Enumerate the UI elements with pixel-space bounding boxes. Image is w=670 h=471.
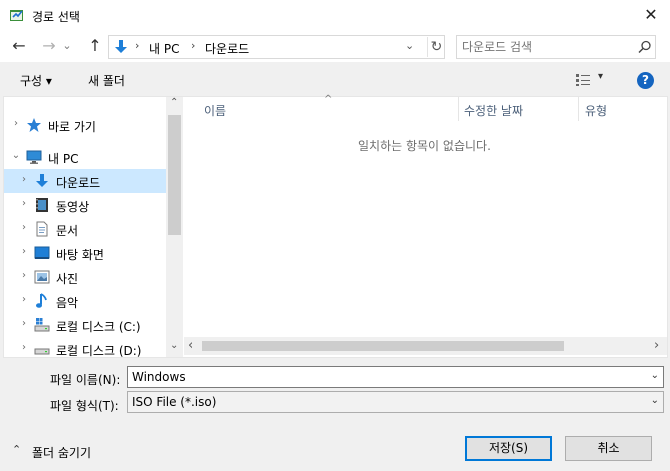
scroll-down-icon[interactable]: ⌄ [170, 340, 178, 351]
empty-message: 일치하는 항목이 없습니다. [358, 139, 491, 153]
expand-icon[interactable]: › [18, 222, 30, 233]
view-options-icon[interactable] [575, 73, 591, 87]
column-header-name[interactable]: 이름 [204, 102, 226, 119]
expand-icon[interactable]: › [10, 118, 22, 129]
tree-item-desktop[interactable]: › 바탕 화면 [4, 241, 166, 265]
back-icon[interactable]: ← [8, 35, 30, 57]
help-icon[interactable]: ? [637, 72, 654, 89]
tree-item-label: 로컬 디스크 (D:) [56, 344, 142, 357]
address-dropdown-icon[interactable]: ⌄ [405, 39, 414, 52]
column-header-modified[interactable]: 수정한 날짜 [464, 102, 523, 119]
forward-icon[interactable]: → [38, 35, 60, 57]
tree-item-label: 동영상 [56, 200, 90, 214]
navigation-tree: › 바로 가기 ⌄ 내 PC › 다운로드 › 동영상 › 문서 › 바탕 화면… [4, 97, 166, 357]
collapse-icon[interactable]: ⌄ [10, 150, 22, 161]
breadcrumb-downloads[interactable]: 다운로드 [205, 40, 249, 57]
video-icon [36, 198, 48, 212]
chevron-down-icon[interactable]: ⌄ [651, 395, 659, 406]
address-bar[interactable]: › 내 PC › 다운로드 ⌄ ↻ [108, 35, 445, 59]
breadcrumb-this-pc[interactable]: 내 PC [149, 40, 179, 57]
tree-item-label: 바로 가기 [48, 120, 96, 134]
star-icon [27, 118, 41, 132]
toolbar: 구성 ▾ 새 폴더 ▾ ? [0, 62, 670, 96]
computer-icon [26, 150, 42, 164]
cancel-button[interactable]: 취소 [565, 436, 652, 461]
tree-item-label: 사진 [56, 272, 79, 286]
view-dropdown-icon[interactable]: ▾ [598, 71, 603, 82]
tree-scrollbar[interactable]: ⌃ ⌄ [166, 97, 183, 357]
document-icon [36, 221, 48, 237]
tree-item-label: 음악 [56, 296, 79, 310]
filetype-label: 파일 형식(T): [50, 399, 119, 413]
column-divider[interactable] [578, 97, 579, 121]
sort-indicator-icon: ^ [324, 94, 333, 105]
drive-icon [34, 318, 50, 332]
save-button[interactable]: 저장(S) [465, 436, 552, 461]
filename-field[interactable]: Windows ⌄ [127, 366, 664, 388]
column-divider[interactable] [458, 97, 459, 121]
hide-folders-label: 폴더 숨기기 [32, 446, 92, 460]
horizontal-scrollbar[interactable]: ‹ › [184, 337, 667, 355]
recent-locations-icon[interactable]: ⌄ [60, 35, 74, 57]
window-title: 경로 선택 [32, 10, 80, 24]
search-box[interactable] [456, 35, 656, 59]
expand-icon[interactable]: › [18, 270, 30, 281]
up-icon[interactable]: ↑ [84, 35, 106, 57]
download-icon [115, 40, 127, 53]
scroll-up-icon[interactable]: ⌃ [170, 97, 178, 108]
expand-icon[interactable]: › [18, 318, 30, 329]
breadcrumb-separator: › [135, 39, 140, 52]
organize-button[interactable]: 구성 ▾ [20, 72, 52, 89]
picture-icon [34, 270, 50, 284]
tree-item-downloads[interactable]: › 다운로드 [4, 169, 166, 193]
desktop-icon [34, 246, 50, 259]
tree-item-label: 바탕 화면 [56, 248, 104, 262]
expand-icon[interactable]: › [18, 174, 30, 185]
breadcrumb-separator: › [191, 39, 196, 52]
scroll-left-icon[interactable]: ‹ [188, 338, 193, 353]
expand-icon[interactable]: › [18, 342, 30, 353]
tree-item-label: 다운로드 [56, 176, 101, 190]
search-icon[interactable] [637, 39, 653, 55]
column-header-type[interactable]: 유형 [585, 102, 607, 119]
filetype-select[interactable]: ISO File (*.iso) ⌄ [127, 391, 664, 413]
tree-item-local-disk-c[interactable]: › 로컬 디스크 (C:) [4, 313, 166, 337]
tree-item-label: 로컬 디스크 (C:) [56, 320, 141, 334]
refresh-icon[interactable]: ↻ [427, 37, 445, 57]
drive-icon [34, 348, 50, 355]
expand-icon[interactable]: › [18, 198, 30, 209]
filename-label: 파일 이름(N): [50, 373, 121, 387]
expand-icon[interactable]: › [18, 294, 30, 305]
scrollbar-thumb[interactable] [202, 341, 564, 351]
download-icon [36, 174, 48, 187]
tree-item-quick-access[interactable]: › 바로 가기 [4, 113, 166, 137]
browser-panel: › 바로 가기 ⌄ 내 PC › 다운로드 › 동영상 › 문서 › 바탕 화면… [3, 94, 668, 358]
close-button[interactable]: ✕ [637, 2, 665, 28]
chevron-down-icon[interactable]: ⌄ [651, 370, 659, 381]
tree-item-documents[interactable]: › 문서 [4, 217, 166, 241]
search-input[interactable] [462, 39, 622, 55]
app-icon [10, 10, 23, 21]
expand-icon[interactable]: › [18, 246, 30, 257]
tree-item-local-disk-d[interactable]: › 로컬 디스크 (D:) [4, 337, 166, 357]
scroll-right-icon[interactable]: › [654, 338, 659, 353]
tree-item-videos[interactable]: › 동영상 [4, 193, 166, 217]
tree-item-this-pc[interactable]: ⌄ 내 PC [4, 145, 166, 169]
title-bar: 경로 선택 ✕ [0, 0, 670, 32]
filename-value: Windows [132, 370, 186, 384]
tree-item-music[interactable]: › 음악 [4, 289, 166, 313]
tree-item-label: 문서 [56, 224, 79, 238]
scrollbar-thumb[interactable] [168, 115, 181, 235]
tree-item-pictures[interactable]: › 사진 [4, 265, 166, 289]
filetype-value: ISO File (*.iso) [132, 395, 217, 409]
new-folder-button[interactable]: 새 폴더 [88, 72, 125, 89]
tree-item-label: 내 PC [48, 152, 79, 166]
chevron-up-icon: ⌃ [12, 443, 22, 456]
music-icon [36, 293, 47, 308]
